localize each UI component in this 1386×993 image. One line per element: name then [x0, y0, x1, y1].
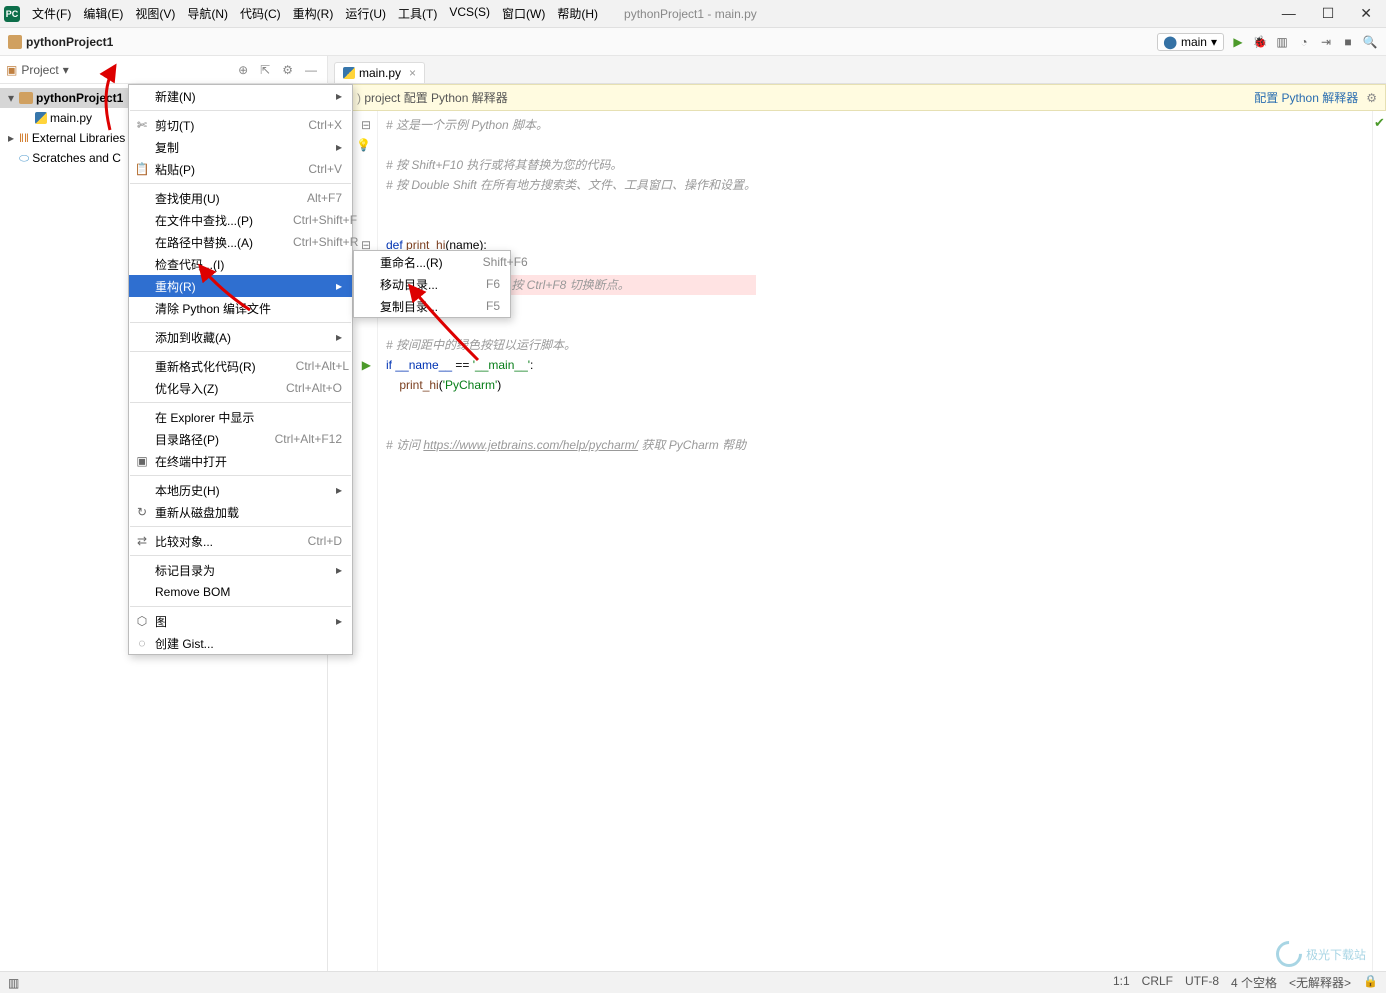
watermark: 极光下载站	[1276, 941, 1366, 967]
caret-position[interactable]: 1:1	[1113, 974, 1130, 991]
refactor-submenu[interactable]: 重命名...(R)Shift+F6移动目录...F6复制目录...F5	[353, 250, 511, 318]
tab-label: main.py	[359, 66, 401, 80]
watermark-text: 极光下载站	[1306, 946, 1366, 963]
menu-item[interactable]: 重命名...(R)Shift+F6	[354, 251, 510, 273]
menu-工具T[interactable]: 工具(T)	[392, 5, 443, 22]
menu-item[interactable]: 查找使用(U)Alt+F7	[129, 187, 352, 209]
menu-item[interactable]: ✄剪切(T)Ctrl+X	[129, 114, 352, 136]
menu-窗口W[interactable]: 窗口(W)	[496, 5, 551, 22]
menu-item[interactable]: ▣在终端中打开	[129, 450, 352, 472]
line-separator[interactable]: CRLF	[1142, 974, 1173, 991]
menu-帮助H[interactable]: 帮助(H)	[551, 5, 604, 22]
menu-item[interactable]: 在 Explorer 中显示	[129, 406, 352, 428]
gear-icon[interactable]: ⚙	[278, 63, 297, 77]
chevron-down-icon: ▾	[63, 63, 69, 77]
menu-item[interactable]: 重新格式化代码(R)Ctrl+Alt+L	[129, 355, 352, 377]
navbar: pythonProject1 ⬤ main ▾ ▶ 🐞 ▥ ◔ ⇥ ■ 🔍	[0, 28, 1386, 56]
editor-area: main.py × ﻿) project 配置 Python 解释器 配置 Py…	[328, 56, 1386, 971]
python-icon: ⬤	[1164, 35, 1177, 49]
menu-导航N[interactable]: 导航(N)	[181, 5, 234, 22]
watermark-logo-icon	[1271, 936, 1308, 973]
menu-文件F[interactable]: 文件(F)	[26, 5, 77, 22]
menu-item[interactable]: ⇄比较对象...Ctrl+D	[129, 530, 352, 552]
menu-item[interactable]: Remove BOM	[129, 581, 352, 603]
stop-icon[interactable]: ■	[1340, 35, 1356, 49]
menu-item[interactable]: 复制▸	[129, 136, 352, 158]
error-stripe: ✔	[1372, 111, 1386, 971]
tool-window-icon[interactable]: ▥	[8, 976, 19, 990]
run-icon[interactable]: ▶	[1230, 35, 1246, 49]
statusbar: ▥ 1:1 CRLF UTF-8 4 个空格 <无解释器> 🔒	[0, 971, 1386, 993]
check-icon: ✔	[1373, 111, 1386, 133]
profile-icon[interactable]: ◔	[1296, 35, 1312, 49]
menu-编辑E[interactable]: 编辑(E)	[77, 5, 129, 22]
chevron-down-icon: ▾	[1211, 35, 1217, 49]
menu-item[interactable]: 移动目录...F6	[354, 273, 510, 295]
menu-VCSS[interactable]: VCS(S)	[443, 5, 496, 22]
folder-icon: ▣	[6, 63, 17, 77]
run-config-selector[interactable]: ⬤ main ▾	[1157, 33, 1224, 51]
interpreter-info[interactable]: <无解释器>	[1289, 974, 1351, 991]
close-tab-icon[interactable]: ×	[409, 66, 416, 80]
attach-icon[interactable]: ⇥	[1318, 35, 1334, 49]
app-icon: PC	[4, 6, 20, 22]
close-icon[interactable]: ✕	[1360, 5, 1372, 22]
menu-item[interactable]: 复制目录...F5	[354, 295, 510, 317]
project-panel-title: Project	[21, 63, 58, 77]
file-encoding[interactable]: UTF-8	[1185, 974, 1219, 991]
menu-item[interactable]: 本地历史(H)▸	[129, 479, 352, 501]
menu-item[interactable]: 目录路径(P)Ctrl+Alt+F12	[129, 428, 352, 450]
menu-item[interactable]: ⬡图▸	[129, 610, 352, 632]
indent-info[interactable]: 4 个空格	[1231, 974, 1277, 991]
run-with-coverage-icon[interactable]: ▥	[1274, 35, 1290, 49]
banner-message: ) project 配置 Python 解释器	[357, 89, 508, 106]
menu-视图V[interactable]: 视图(V)	[129, 5, 181, 22]
interpreter-banner: ) project 配置 Python 解释器 配置 Python 解释器 ⚙	[328, 84, 1386, 111]
menu-代码C[interactable]: 代码(C)	[234, 5, 287, 22]
menu-item[interactable]: ◌创建 Gist...	[129, 632, 352, 654]
gear-icon[interactable]: ⚙	[1366, 91, 1377, 105]
menu-item[interactable]: 清除 Python 编译文件	[129, 297, 352, 319]
editor[interactable]: ⊟💡⊟▶ # 这是一个示例 Python 脚本。 # 按 Shift+F10 执…	[328, 111, 1386, 971]
tab-main-py[interactable]: main.py ×	[334, 62, 425, 83]
menu-item[interactable]: 在路径中替换...(A)Ctrl+Shift+R	[129, 231, 352, 253]
hide-icon[interactable]: —	[301, 63, 321, 77]
context-menu[interactable]: 新建(N)▸ ✄剪切(T)Ctrl+X复制▸📋粘贴(P)Ctrl+V 查找使用(U)…	[128, 84, 353, 655]
target-icon[interactable]: ⊕	[234, 63, 252, 77]
project-panel-header[interactable]: ▣ Project ▾ ⊕ ⇱ ⚙ —	[0, 56, 327, 84]
menu-item[interactable]: 优化导入(Z)Ctrl+Alt+O	[129, 377, 352, 399]
minimize-icon[interactable]: —	[1282, 5, 1296, 22]
menu-item[interactable]: 新建(N)▸	[129, 85, 352, 107]
window-controls: — ☐ ✕	[1282, 5, 1382, 22]
menu-item[interactable]: 在文件中查找...(P)Ctrl+Shift+F	[129, 209, 352, 231]
expand-icon[interactable]: ⇱	[256, 63, 274, 77]
menubar: 文件(F)编辑(E)视图(V)导航(N)代码(C)重构(R)运行(U)工具(T)…	[26, 5, 604, 22]
menu-item[interactable]: 添加到收藏(A)▸	[129, 326, 352, 348]
folder-icon	[8, 35, 22, 49]
lock-icon[interactable]: 🔒	[1363, 974, 1378, 991]
menu-item[interactable]: 标记目录为▸	[129, 559, 352, 581]
code-area[interactable]: # 这是一个示例 Python 脚本。 # 按 Shift+F10 执行或将其替…	[378, 111, 756, 971]
window-title: pythonProject1 - main.py	[624, 7, 757, 21]
breadcrumb[interactable]: pythonProject1	[26, 35, 113, 49]
menu-item[interactable]: 📋粘贴(P)Ctrl+V	[129, 158, 352, 180]
python-file-icon	[343, 67, 355, 79]
menu-重构R[interactable]: 重构(R)	[287, 5, 340, 22]
run-config-label: main	[1181, 35, 1207, 49]
menu-item[interactable]: 重构(R)▸	[129, 275, 352, 297]
menu-item[interactable]: 检查代码...(I)	[129, 253, 352, 275]
editor-tabs: main.py ×	[328, 56, 1386, 84]
search-icon[interactable]: 🔍	[1362, 35, 1378, 49]
configure-interpreter-link[interactable]: 配置 Python 解释器	[1254, 89, 1358, 106]
debug-icon[interactable]: 🐞	[1252, 35, 1268, 49]
menu-item[interactable]: ↻重新从磁盘加载	[129, 501, 352, 523]
maximize-icon[interactable]: ☐	[1322, 5, 1335, 22]
menu-运行U[interactable]: 运行(U)	[339, 5, 392, 22]
titlebar: PC 文件(F)编辑(E)视图(V)导航(N)代码(C)重构(R)运行(U)工具…	[0, 0, 1386, 28]
